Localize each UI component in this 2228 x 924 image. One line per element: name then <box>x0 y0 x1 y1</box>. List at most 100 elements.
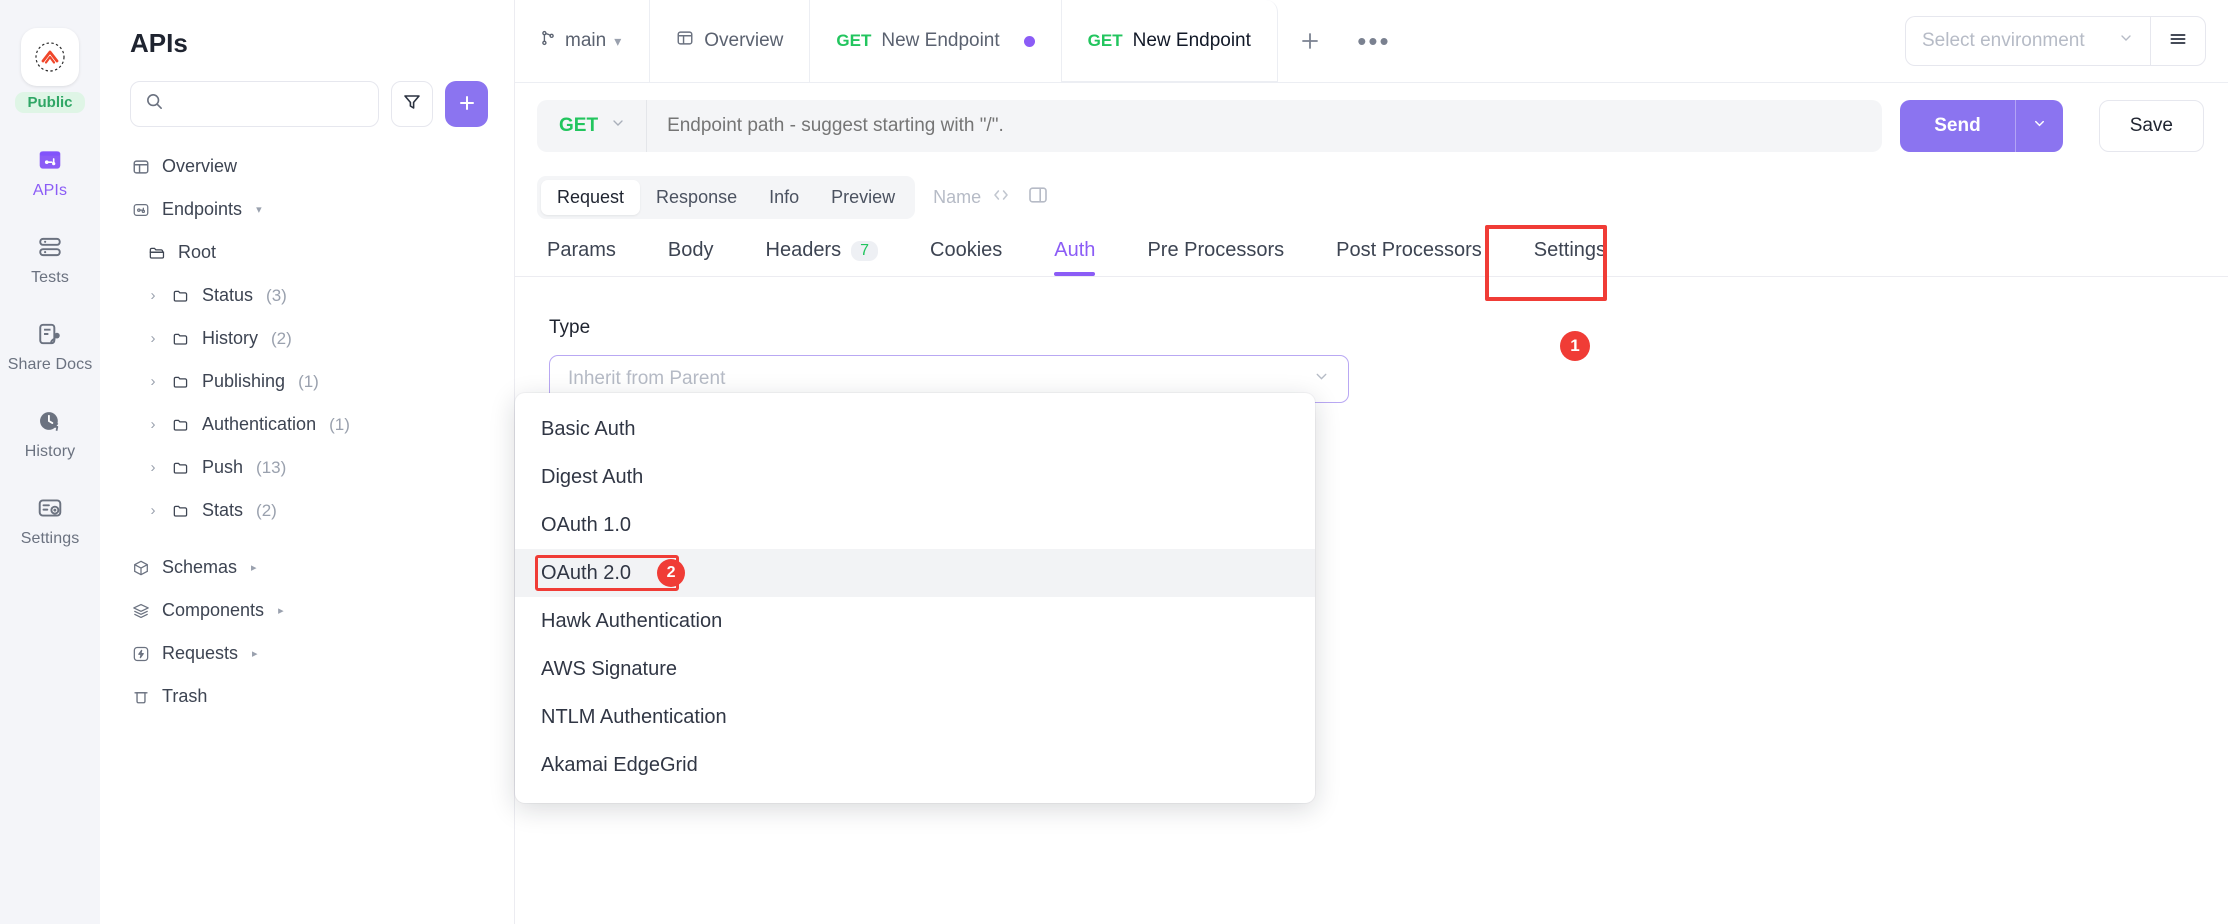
save-button[interactable]: Save <box>2098 99 2204 152</box>
tab-overview[interactable]: Overview <box>650 0 811 82</box>
split-panel-icon[interactable] <box>1027 184 1049 211</box>
rail-item-label: Settings <box>20 530 80 547</box>
chevron-right-icon[interactable]: › <box>146 416 160 433</box>
auth-option-aws-signature[interactable]: AWS Signature <box>515 645 1315 693</box>
request-tab-settings[interactable]: Settings <box>1508 239 1632 276</box>
rail-item-tests[interactable]: Tests <box>0 230 100 287</box>
tree-item-stats[interactable]: › Stats (2) <box>100 489 514 532</box>
rail-item-settings[interactable]: Settings <box>0 491 100 548</box>
chevron-right-icon[interactable]: › <box>146 373 160 390</box>
auth-option-label: OAuth 1.0 <box>541 513 632 536</box>
request-tab-body[interactable]: Body <box>642 239 740 276</box>
request-tab-pre-processors[interactable]: Pre Processors <box>1121 239 1310 276</box>
view-tab-response[interactable]: Response <box>640 180 753 215</box>
tree-item-label: Push <box>202 457 244 477</box>
request-tabs-row: Params Body Headers 7 Cookies Auth Pre P… <box>515 225 2228 301</box>
tree-item-label: Trash <box>162 686 208 706</box>
tree-item-count: (2) <box>271 328 292 348</box>
tree-item-requests[interactable]: Requests ▸ <box>100 632 514 675</box>
tree-item-label: Components <box>162 600 265 620</box>
brand-logo-icon[interactable] <box>20 28 79 86</box>
request-url-bar: GET Send Save <box>515 83 2228 168</box>
request-tab-auth[interactable]: Auth <box>1028 239 1121 276</box>
view-tab-request[interactable]: Request <box>541 180 641 215</box>
main-area: main ▾ Overview GET New Endpoint GET New… <box>515 0 2228 924</box>
auth-option-hawk-authentication[interactable]: Hawk Authentication <box>515 597 1315 645</box>
add-button[interactable] <box>445 81 488 127</box>
auth-option-label: NTLM Authentication <box>541 705 727 728</box>
send-options-button[interactable] <box>2014 99 2063 152</box>
rail-item-apis[interactable]: APIs <box>0 143 100 200</box>
schemas-icon <box>130 559 152 577</box>
tree-item-publishing[interactable]: › Publishing (1) <box>100 360 514 403</box>
endpoint-name-placeholder[interactable]: Name <box>933 187 981 208</box>
annotation-step-2-badge: 2 <box>657 559 686 587</box>
code-icon[interactable] <box>991 185 1011 210</box>
chevron-down-icon <box>1313 368 1330 391</box>
auth-option-oauth-2[interactable]: OAuth 2.0 2 <box>515 549 1315 597</box>
apis-sidebar: APIs Overview Endpoints ▾ Root › Status … <box>100 0 515 924</box>
send-button-group: Send <box>1900 99 2063 152</box>
tree-item-history[interactable]: › History (2) <box>100 317 514 360</box>
chevron-right-icon[interactable]: › <box>146 459 160 476</box>
folder-open-icon <box>146 244 168 262</box>
history-icon <box>37 404 63 438</box>
settings-icon <box>37 491 63 525</box>
request-tab-label: Cookies <box>930 239 1003 261</box>
rail-item-share-docs[interactable]: Share Docs <box>0 317 100 374</box>
auth-type-label: Type <box>549 317 591 338</box>
view-tab-preview[interactable]: Preview <box>815 180 911 215</box>
view-tab-info[interactable]: Info <box>753 180 815 215</box>
request-tab-cookies[interactable]: Cookies <box>904 239 1028 276</box>
filter-button[interactable] <box>390 81 434 127</box>
tree-item-components[interactable]: Components ▸ <box>100 589 514 632</box>
chevron-right-icon[interactable]: › <box>146 330 160 347</box>
rail-item-label: APIs <box>32 182 68 199</box>
tree-item-schemas[interactable]: Schemas ▸ <box>100 546 514 589</box>
request-tab-params[interactable]: Params <box>537 239 642 276</box>
send-button[interactable]: Send <box>1900 99 2015 152</box>
environment-selector[interactable]: Select environment <box>1905 16 2150 66</box>
tree-item-count: (13) <box>256 457 287 477</box>
search-input[interactable] <box>174 95 364 113</box>
tab-new-endpoint-1[interactable]: GET New Endpoint <box>810 0 1062 82</box>
chevron-right-icon[interactable]: › <box>146 502 160 519</box>
auth-option-oauth-1[interactable]: OAuth 1.0 <box>515 501 1315 549</box>
tree-item-endpoints[interactable]: Endpoints ▾ <box>100 188 514 231</box>
tab-label: New Endpoint <box>1132 30 1251 51</box>
environment-placeholder: Select environment <box>1922 30 2085 51</box>
filter-icon <box>402 92 422 117</box>
tree-item-label: Requests <box>162 643 239 663</box>
method-selector[interactable]: GET <box>537 99 648 152</box>
auth-type-placeholder: Inherit from Parent <box>568 368 726 389</box>
workspace-logo-group[interactable]: Public <box>15 28 85 113</box>
new-tab-button[interactable] <box>1278 0 1342 82</box>
search-box[interactable] <box>130 81 379 127</box>
tree-item-status[interactable]: › Status (3) <box>100 274 514 317</box>
tab-label: New Endpoint <box>881 30 1000 51</box>
request-tab-post-processors[interactable]: Post Processors <box>1310 239 1508 276</box>
tab-new-endpoint-2[interactable]: GET New Endpoint <box>1061 0 1278 82</box>
auth-type-dropdown: Basic Auth Digest Auth OAuth 1.0 OAuth 2… <box>515 393 1315 803</box>
auth-option-akamai-edgegrid[interactable]: Akamai EdgeGrid <box>515 741 1315 789</box>
tree-item-root[interactable]: Root <box>100 231 514 274</box>
plus-icon <box>457 93 477 116</box>
tree-item-label: Schemas <box>162 557 238 577</box>
chevron-right-icon[interactable]: › <box>146 287 160 304</box>
view-tabs-row: Request Response Info Preview Name 1 <box>515 168 2228 361</box>
tree-item-push[interactable]: › Push (13) <box>100 446 514 489</box>
tree-item-overview[interactable]: Overview <box>100 145 514 188</box>
auth-option-ntlm-authentication[interactable]: NTLM Authentication <box>515 693 1315 741</box>
tree-item-authentication[interactable]: › Authentication (1) <box>100 403 514 446</box>
tabs-more-button[interactable]: ••• <box>1342 0 1406 82</box>
endpoint-path-input[interactable] <box>647 114 1883 137</box>
auth-option-digest-auth[interactable]: Digest Auth <box>515 453 1315 501</box>
environment-menu-button[interactable] <box>2150 16 2206 66</box>
auth-option-basic-auth[interactable]: Basic Auth <box>515 405 1315 453</box>
tree-item-trash[interactable]: Trash <box>100 675 514 718</box>
tree-item-count: (1) <box>298 371 319 391</box>
request-tab-headers[interactable]: Headers 7 <box>740 239 905 276</box>
chevron-down-icon: ▾ <box>256 204 262 216</box>
branch-selector[interactable]: main ▾ <box>515 0 651 82</box>
rail-item-history[interactable]: History <box>0 404 100 461</box>
